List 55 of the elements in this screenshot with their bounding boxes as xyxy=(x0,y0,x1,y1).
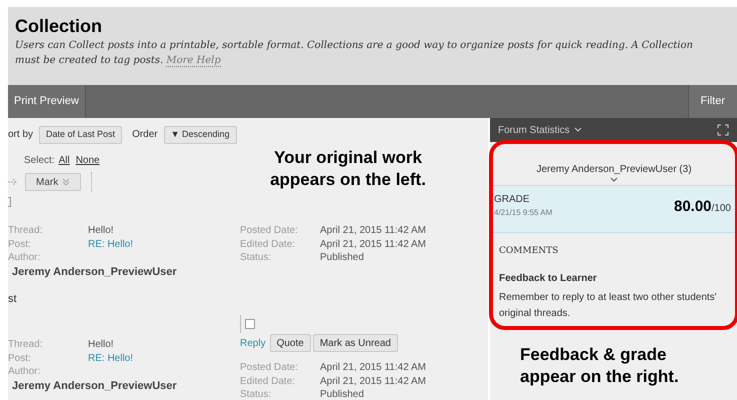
order-label: Order xyxy=(132,128,158,142)
field-label: Edited Date: xyxy=(240,238,296,252)
mark-button[interactable]: Mark xyxy=(25,173,82,191)
page-description: Users can Collect posts into a printable, sortable format. Collections are a good way to organize posts for quick reading. A Collection must be created to tag posts. More Help xyxy=(15,39,694,68)
thread-title: Hello! xyxy=(88,338,114,352)
arrow-icon xyxy=(8,178,18,186)
comments-heading: COMMENTS xyxy=(499,245,560,258)
field-value: April 21, 2015 11:42 AM xyxy=(320,360,426,374)
post-body: st xyxy=(8,292,18,306)
field-value: April 21, 2015 11:42 AM xyxy=(320,374,426,388)
user-name: Jeremy Anderson_PreviewUser (3) xyxy=(535,163,693,177)
annotation-text: Your original work appears on the left. xyxy=(269,147,427,191)
action-button[interactable]: Quote xyxy=(270,334,311,352)
feedback-title: Feedback to Learner xyxy=(499,272,598,286)
field-value: Published xyxy=(320,388,364,400)
field-label: Posted Date: xyxy=(240,360,299,374)
checkbox-edge-icon xyxy=(8,197,11,207)
chevron-icon xyxy=(574,127,582,133)
thread-title: Hello! xyxy=(88,224,114,238)
field-label: Status: xyxy=(240,388,272,400)
field-label: Post: xyxy=(8,352,32,366)
annotation-text: Feedback & grade appear on the right. xyxy=(520,344,680,388)
action-button[interactable]: Mark as Unread xyxy=(312,334,398,352)
grade-max: /100 xyxy=(712,202,731,216)
filter-button[interactable]: Filter xyxy=(688,85,737,118)
print-preview-button[interactable]: Print Preview xyxy=(8,85,86,118)
feedback-text: Remember to reply to at least two other students' original threads. xyxy=(499,290,718,320)
sort-dropdown[interactable]: Date of Last Post xyxy=(39,126,122,144)
page-title: Collection xyxy=(15,15,104,38)
order-dropdown[interactable]: ▼ Descending xyxy=(164,126,237,144)
grade-label: GRADE xyxy=(494,193,531,207)
field-label: Edited Date: xyxy=(240,374,296,388)
grade-score: 80.00 xyxy=(674,197,712,217)
field-label: Post: xyxy=(8,238,32,252)
field-label: Author: xyxy=(8,250,40,264)
field-label: Author: xyxy=(8,364,40,378)
grade-date: 4/21/15 9:55 AM xyxy=(494,207,552,219)
side-panel-title: Forum Statistics xyxy=(498,124,570,138)
field-value: April 21, 2015 11:42 AM xyxy=(320,238,426,252)
field-label: Thread: xyxy=(8,224,44,238)
select-none-link[interactable]: None xyxy=(76,152,100,168)
sort-label: ort by xyxy=(8,128,34,142)
author-name: Jeremy Anderson_PreviewUser xyxy=(11,265,178,280)
checkbox[interactable] xyxy=(245,319,255,329)
select-label: Select: xyxy=(24,154,55,168)
field-label: Thread: xyxy=(8,338,44,352)
expand-icon xyxy=(717,124,729,136)
select-all-link[interactable]: All xyxy=(58,152,70,168)
author-name: Jeremy Anderson_PreviewUser xyxy=(11,379,178,394)
caret-icon xyxy=(62,178,70,186)
field-label: Status: xyxy=(240,250,272,264)
field-label: Posted Date: xyxy=(240,224,299,238)
field-value: Published xyxy=(320,250,364,264)
field-value: April 21, 2015 11:42 AM xyxy=(320,224,426,238)
chevron-icon xyxy=(610,177,618,182)
